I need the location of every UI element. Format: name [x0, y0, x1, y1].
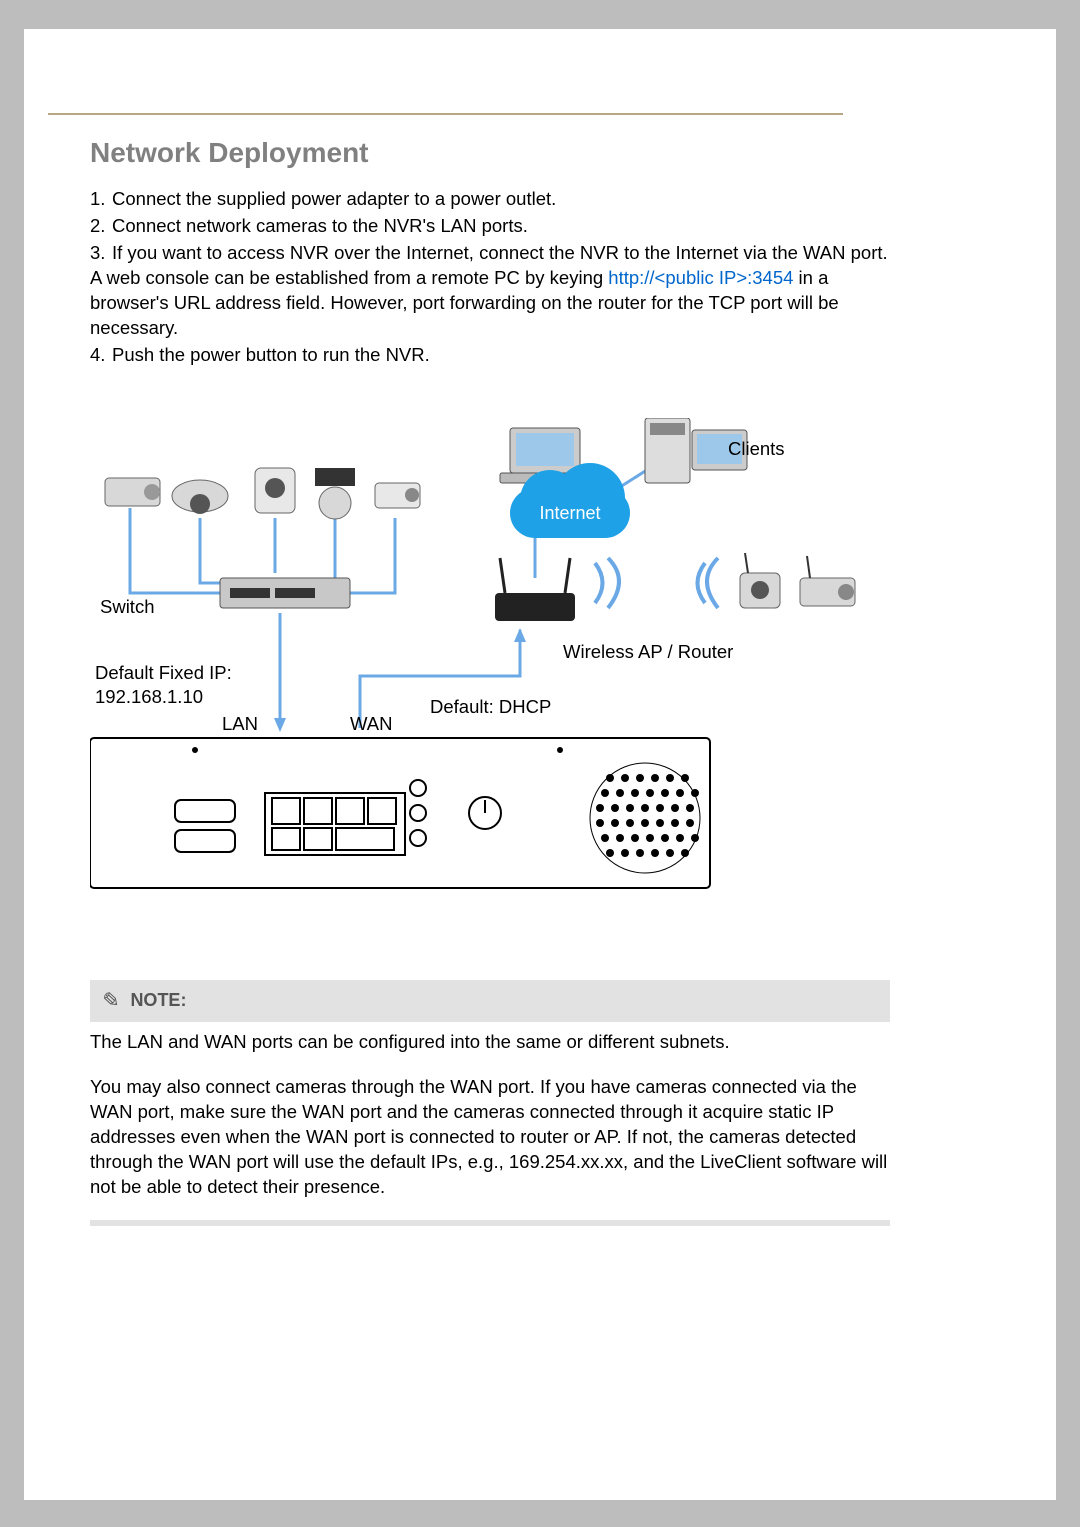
camera-icon — [105, 478, 160, 506]
footer-label: User's Manual - — [686, 1419, 795, 1436]
example-url: http://<public IP>:3454 — [608, 267, 793, 288]
wan-label: WAN — [350, 713, 392, 735]
step-item: 2.Connect network cameras to the NVR's L… — [90, 214, 890, 239]
step-text: Connect the supplied power adapter to a … — [112, 188, 556, 209]
note-label: NOTE: — [130, 990, 186, 1011]
camera-icon — [315, 468, 355, 519]
camera-icon — [255, 468, 295, 513]
step-text: Connect network cameras to the NVR's LAN… — [112, 215, 528, 236]
default-fixed-ip-value: 192.168.1.10 — [95, 686, 203, 708]
clients-label: Clients — [728, 438, 785, 460]
default-dhcp-label: Default: DHCP — [430, 696, 551, 718]
page-footer: User's Manual - 15 — [686, 1419, 811, 1436]
note-divider — [90, 1220, 890, 1226]
note-block: ✎ NOTE: The LAN and WAN ports can be con… — [90, 980, 890, 1226]
camera-icon — [375, 483, 420, 508]
nvr-back-panel-icon — [90, 738, 710, 888]
step-item: 1.Connect the supplied power adapter to … — [90, 187, 890, 212]
steps-list: 1.Connect the supplied power adapter to … — [90, 187, 890, 368]
camera-icon — [740, 553, 780, 608]
internet-cloud: Internet — [510, 488, 630, 538]
brand-label: VIVOTEK — [727, 83, 811, 101]
camera-icon — [800, 556, 855, 606]
camera-icon — [172, 480, 228, 514]
note-paragraph: The LAN and WAN ports can be configured … — [90, 1030, 890, 1055]
step-item: 3.If you want to access NVR over the Int… — [90, 241, 890, 341]
lan-label: LAN — [222, 713, 258, 735]
network-diagram: Internet Clients Switch Default Fixed IP… — [90, 418, 890, 908]
header-divider — [48, 113, 843, 115]
step-text: Push the power button to run the NVR. — [112, 344, 430, 365]
switch-icon — [220, 578, 350, 608]
note-header: ✎ NOTE: — [90, 980, 890, 1022]
pencil-icon: ✎ — [98, 986, 121, 1015]
note-body: The LAN and WAN ports can be configured … — [90, 1030, 890, 1200]
wireless-ap-label: Wireless AP / Router — [563, 641, 733, 663]
page-number: 15 — [794, 1419, 811, 1436]
page-title: Network Deployment — [90, 137, 890, 169]
default-fixed-ip-label: Default Fixed IP: — [95, 662, 232, 684]
switch-label: Switch — [100, 596, 155, 618]
note-paragraph: You may also connect cameras through the… — [90, 1075, 890, 1200]
step-item: 4.Push the power button to run the NVR. — [90, 343, 890, 368]
